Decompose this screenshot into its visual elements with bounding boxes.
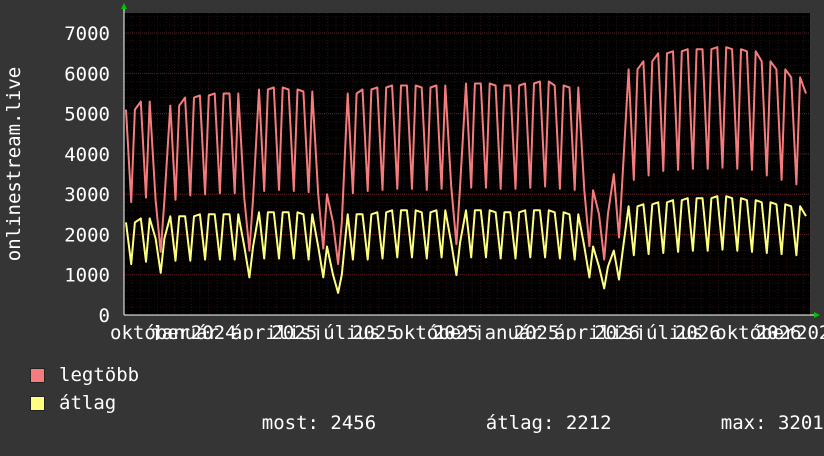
legend-label-avg: átlag [59, 392, 117, 414]
x-tick-label: 2026 [594, 322, 640, 340]
stat-max-value: 3201 [777, 412, 824, 434]
x-tick-label: 2025 [433, 322, 479, 340]
x-tick-label: 2025 [514, 322, 560, 340]
legend-swatch-avg [30, 395, 45, 411]
x-tick-label: 2024 [191, 322, 237, 340]
stat-now-label: most: [261, 412, 319, 434]
legend: legtöbb átlag most: 2456 átlag: 2212 max… [30, 360, 824, 434]
stat-avg-value: 2212 [565, 412, 612, 434]
y-axis-arrow [121, 3, 127, 9]
stat-avg: átlag: 2212 [440, 390, 612, 456]
legend-item-max: legtöbb [30, 362, 139, 388]
x-tick-label: 2026 [675, 322, 721, 340]
y-tick-label: 0 [99, 305, 110, 327]
x-tick-label: 2026 [796, 322, 824, 340]
y-tick-label: 1000 [64, 265, 110, 287]
stat-max: max: 3201 [675, 390, 824, 456]
stat-max-label: max: [720, 412, 767, 434]
legend-swatch-max [30, 367, 45, 383]
legend-item-avg: átlag [30, 390, 116, 416]
x-axis-arrow [814, 312, 820, 318]
y-tick-label: 5000 [64, 104, 110, 126]
y-tick-label: 7000 [64, 23, 110, 45]
y-tick-label: 2000 [64, 224, 110, 246]
stat-avg-label: átlag: [485, 412, 555, 434]
x-tick-label: 2026 [756, 322, 802, 340]
x-tick-label: 2025 [271, 322, 317, 340]
y-axis-title: onlinestream.live [3, 67, 25, 261]
chart-svg: 01000200030004000500060007000októberjanu… [3, 3, 824, 340]
y-tick-label: 6000 [64, 63, 110, 85]
x-tick-label: 2025 [352, 322, 398, 340]
stat-now-value: 2456 [330, 412, 377, 434]
y-tick-label: 3000 [64, 184, 110, 206]
chart-area: 0 1000 2000 3000 4000 5000 6000 7000 október janu… [0, 0, 824, 340]
legend-label-max: legtöbb [59, 364, 140, 386]
y-tick-label: 4000 [64, 144, 110, 166]
stat-now: most: 2456 [216, 390, 376, 456]
